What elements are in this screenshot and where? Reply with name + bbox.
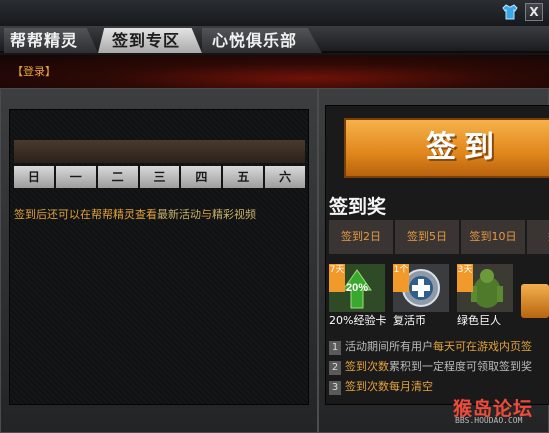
rule-highlight: 每天可在游戏内页签	[433, 340, 532, 353]
reward-item-name: 复活币	[393, 314, 426, 326]
watermark-url: BBS.HOUDAO.COM	[455, 416, 523, 425]
rule-number: 1	[329, 341, 341, 355]
reward-item-revive-coin[interactable]: 1个 复活币	[393, 264, 453, 326]
rule-item: 2 签到次数累积到一定程度可领取签到奖	[329, 358, 549, 378]
calendar-weekdays: 日 一 二 三 四 五 六	[14, 166, 306, 188]
rule-number: 2	[329, 361, 341, 375]
latest-activity-link[interactable]: 最新活动	[157, 208, 201, 221]
reward-tab-2days[interactable]: 签到2日	[329, 220, 393, 254]
reward-item-green-giant[interactable]: 3天 绿色巨人	[457, 264, 517, 326]
tab-club[interactable]: 心悦俱乐部	[202, 28, 322, 53]
weekday-sun: 日	[14, 166, 54, 188]
reward-title: 签到奖	[329, 196, 387, 218]
reward-item-exp-card[interactable]: 20% 7天 20%经验卡	[329, 264, 389, 326]
rule-number: 3	[329, 381, 341, 395]
header-banner	[0, 55, 549, 88]
reward-badge: 1个	[393, 264, 409, 292]
rules-list: 1 活动期间所有用户每天可在游戏内页签 2 签到次数累积到一定程度可领取签到奖 3签…	[329, 338, 549, 398]
reward-tab-5days[interactable]: 签到5日	[395, 220, 459, 254]
reward-item-more[interactable]	[521, 284, 549, 318]
forum-watermark: 猴岛论坛 BBS.HOUDAO.COM	[453, 394, 545, 428]
tab-signin[interactable]: 签到专区	[98, 28, 202, 53]
calendar-month-header	[14, 140, 305, 163]
tab-bar: 帮帮精灵 签到专区 心悦俱乐部	[0, 26, 549, 53]
weekday-thu: 四	[181, 166, 222, 188]
reward-item-name: 20%经验卡	[329, 314, 387, 326]
shirt-icon[interactable]	[501, 3, 519, 21]
title-bar: X	[0, 0, 549, 26]
rule-highlight: 签到次数每月清空	[345, 380, 433, 393]
reward-badge: 7天	[329, 264, 345, 292]
exp-card-icon-text: 20%	[346, 282, 368, 294]
signin-button[interactable]: 签到	[344, 118, 549, 178]
tip-text-2: 与	[201, 208, 212, 221]
weekday-wed: 三	[139, 166, 180, 188]
rule-text: 活动期间所有用户	[345, 340, 433, 353]
reward-item-name: 绿色巨人	[457, 314, 501, 326]
login-link[interactable]: 【登录】	[12, 63, 56, 79]
featured-video-link[interactable]: 精彩视频	[212, 208, 256, 221]
reward-badge: 3天	[457, 264, 473, 292]
tip-text-1: 签到后还可以在帮帮精灵查看	[14, 208, 157, 221]
weekday-tue: 二	[97, 166, 138, 188]
reward-items: 20% 7天 20%经验卡 1个 复活币 3天 绿色巨人	[329, 264, 549, 326]
close-button[interactable]: X	[525, 3, 543, 21]
signin-tip: 签到后还可以在帮帮精灵查看最新活动与精彩视频	[14, 206, 256, 222]
weekday-sat: 六	[265, 166, 306, 188]
reward-tab-more[interactable]: 签到	[527, 220, 549, 254]
tab-helper[interactable]: 帮帮精灵	[4, 28, 98, 53]
reward-tabs: 签到2日 签到5日 签到10日 签到	[329, 220, 549, 254]
rule-item: 1 活动期间所有用户每天可在游戏内页签	[329, 338, 549, 358]
weekday-fri: 五	[223, 166, 264, 188]
rule-highlight: 签到次数	[345, 360, 389, 373]
weekday-mon: 一	[55, 166, 96, 188]
reward-tab-10days[interactable]: 签到10日	[461, 220, 525, 254]
rule-text: 累积到一定程度可领取签到奖	[389, 360, 532, 373]
